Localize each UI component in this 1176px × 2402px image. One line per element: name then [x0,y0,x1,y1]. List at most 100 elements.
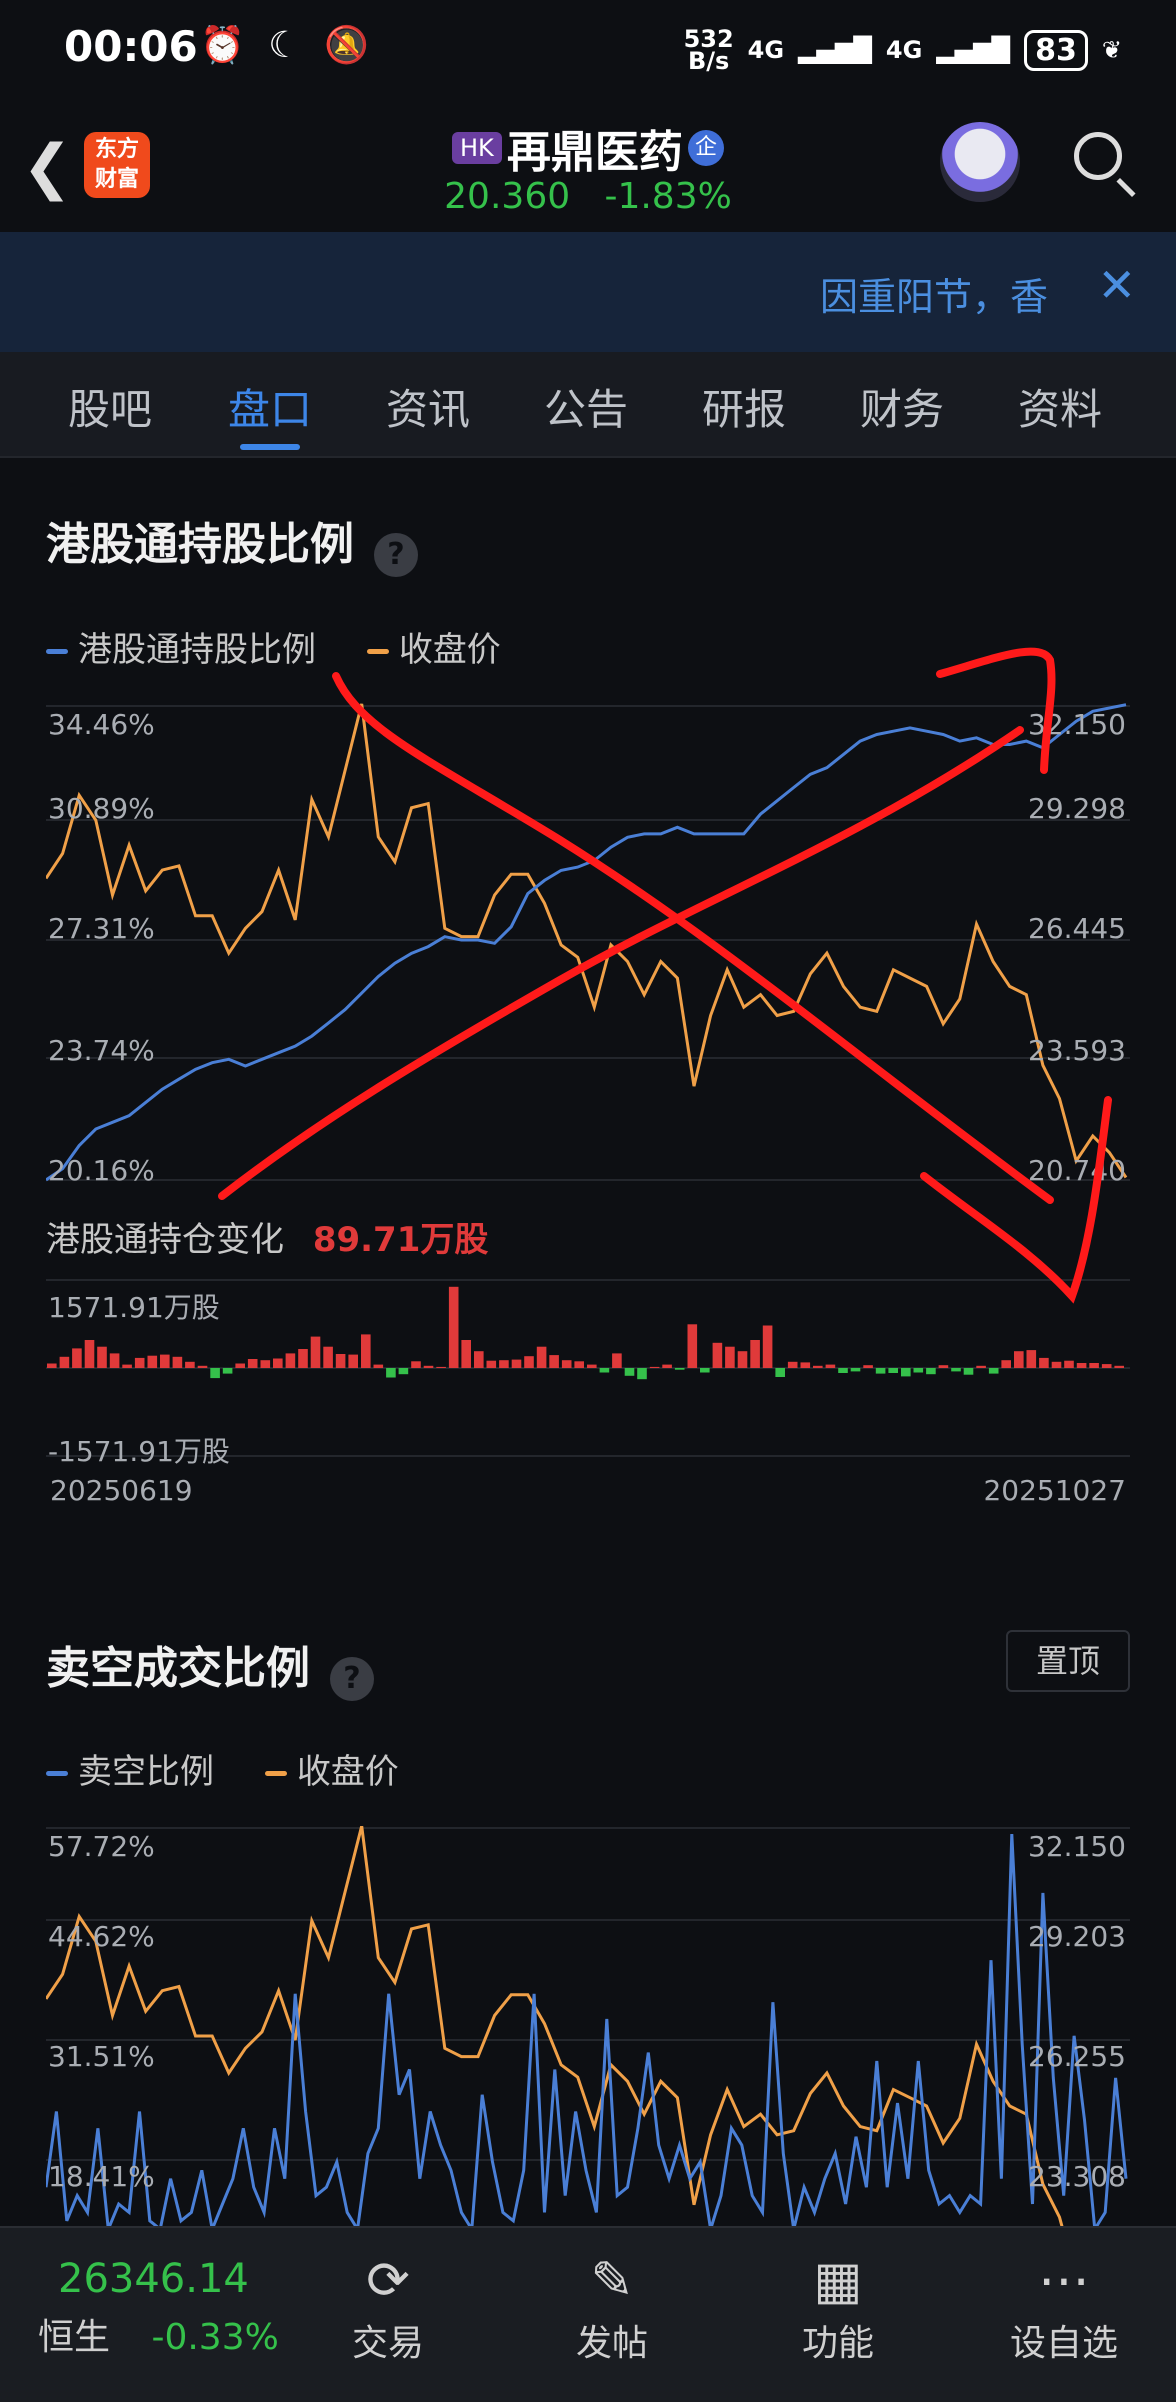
close-icon[interactable]: ✕ [1097,258,1136,312]
holding-change-bar [511,1359,522,1368]
holding-change-bar [1039,1357,1049,1368]
chart3-lines [46,1826,1128,2226]
holding-change-bar [863,1365,873,1368]
holding-change-bar [737,1351,748,1368]
holding-change-bar [273,1358,283,1368]
nav-add-watchlist-label: 设自选 [1009,2323,1118,2364]
holding-change-bar [988,1368,999,1374]
tab-pankou[interactable]: 盘口 [228,376,312,437]
market-badge: HK [452,132,502,164]
stock-change: -1.83% [604,176,732,217]
holding-change-bar [160,1354,170,1368]
tab-bar: 股吧 盘口 资讯 公告 研报 财务 资料 [0,352,1176,458]
robot-assistant-avatar[interactable] [940,122,1020,202]
short-sale-chart [46,1826,1130,2226]
c3-right-tick-2: 26.255 [1028,2040,1126,2073]
status-bar: 00:06 ⏰ ☾ 🔕 532 B/s 4G ▂▄▆█ 4G ▂▄▆█ 83 ❦ [0,0,1176,100]
holding-change-bar [84,1340,95,1368]
nav-post[interactable]: ✎ 发帖 [542,2248,682,2366]
status-right: 532 B/s 4G ▂▄▆█ 4G ▂▄▆█ 83 ❦ [684,27,1122,75]
holding-change-bar [637,1368,647,1380]
nav-functions-label: 功能 [801,2323,874,2364]
active-tab-indicator [240,444,300,450]
holding-change-bar [285,1353,296,1368]
bottom-nav: 26346.14 恒生 -0.33% ⟳ 交易 ✎ 发帖 ▦ 功能 ⋯ 设自选 [0,2226,1176,2402]
notice-banner[interactable]: 因重阳节，香 ✕ [0,232,1176,352]
holding-change-bar [310,1336,321,1368]
legend-price-2-label: 收盘价 [296,1752,399,1792]
net-speed-unit: B/s [687,47,730,75]
nav-functions[interactable]: ▦ 功能 [768,2248,908,2366]
holding-change-bar [687,1324,698,1368]
holding-change-bar [800,1362,811,1368]
short-ratio-series [46,1834,1128,2226]
annotation-x-stroke-1 [332,672,1054,1204]
tab-news[interactable]: 资讯 [386,376,470,437]
section2-header: 卖空成交比例? [46,1632,374,1701]
leaf-icon: ❦ [1101,36,1122,64]
holding-change-bar [210,1368,220,1379]
section2-legend: 卖空比例 收盘价 [46,1744,399,1793]
index-name: 恒生 [38,2317,111,2358]
holding-change-bar [599,1368,610,1373]
help-icon[interactable]: ? [374,532,418,577]
holding-change-bar [775,1368,785,1377]
nav-add-watchlist[interactable]: ⋯ 设自选 [994,2248,1134,2366]
holding-change-bar [951,1368,961,1372]
c3-right-tick-1: 29.203 [1028,1920,1126,1953]
status-time: 00:06 [64,22,198,71]
holding-change-bar [486,1360,497,1368]
holding-change-bar [348,1354,358,1368]
grid-icon: ▦ [813,2251,863,2311]
holding-change-bar [197,1365,208,1368]
tab-finance[interactable]: 财务 [860,376,944,437]
legend-short-ratio: 卖空比例 [46,1752,214,1792]
holding-change-bar [185,1361,195,1368]
signal-bars-icon-2: ▂▄▆█ [936,36,1011,64]
yen-refresh-icon: ⟳ [366,2251,410,2311]
holding-change-bar [926,1368,936,1375]
battery-indicator: 83 [1024,29,1088,71]
tab-profile[interactable]: 资料 [1018,376,1102,437]
nav-trade[interactable]: ⟳ 交易 [318,2248,458,2366]
holding-change-bar [247,1359,258,1368]
holding-change-bar [662,1364,672,1368]
tab-announcement[interactable]: 公告 [544,376,628,437]
holding-change-bar [536,1346,547,1368]
index-ticker[interactable]: 26346.14 恒生 -0.33% [38,2256,308,2360]
nav-post-label: 发帖 [575,2323,648,2364]
holding-change-bar [1076,1363,1087,1368]
signal-4g-2: 4G [885,36,923,64]
red-annotation-overlay [218,647,1112,1304]
holding-change-bar [750,1340,760,1368]
holding-change-bar [813,1365,823,1368]
signal-bars-icon: ▂▄▆█ [798,36,872,64]
holding-change-bar [423,1365,434,1368]
holding-change-bar [524,1356,534,1368]
tab-guba[interactable]: 股吧 [68,376,152,437]
date-start: 20250619 [50,1474,193,1507]
holding-change-bar [838,1368,848,1373]
stock-price: 20.360 [444,176,571,217]
date-end: 20251027 [983,1474,1126,1507]
holding-change-bar [1089,1363,1099,1368]
help-icon-2[interactable]: ? [330,1656,374,1701]
holding-change-bar [323,1346,333,1368]
net-speed: 532 B/s [684,27,734,75]
legend-price-2: 收盘价 [264,1752,399,1792]
holding-change-bar [1014,1351,1024,1368]
annotation-up-arrow [936,647,1056,774]
holding-change-bar [222,1368,233,1374]
pin-top-button[interactable]: 置顶 [1006,1630,1130,1692]
c3-left-tick-3: 18.41% [48,2160,155,2193]
search-icon[interactable] [1074,132,1122,180]
holding-change-bar [361,1334,371,1368]
tab-research[interactable]: 研报 [702,376,786,437]
c3-left-tick-1: 44.62% [48,1920,155,1953]
index-change: -0.33% [151,2317,279,2358]
holding-change-bar [411,1361,421,1368]
holding-change-bar [59,1356,70,1368]
section1-header: 港股通持股比例? [46,508,418,577]
holding-change-bar [963,1368,974,1375]
holding-change-bar [712,1342,723,1368]
